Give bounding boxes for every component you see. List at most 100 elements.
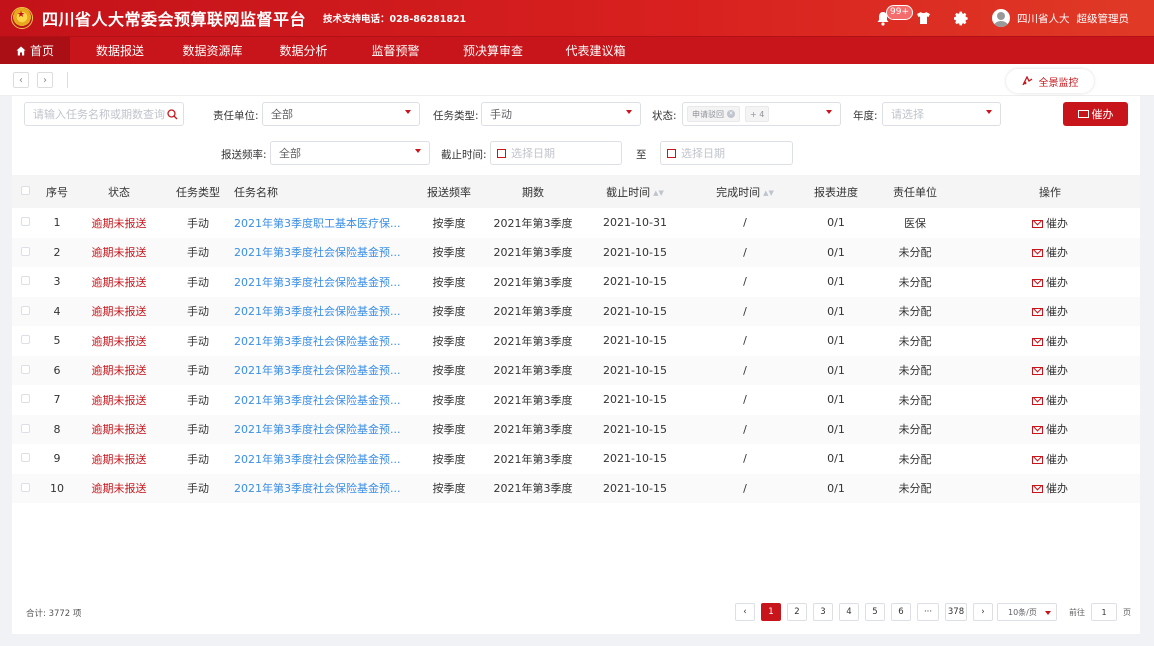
- row-task-name-link[interactable]: 2021年第3季度职工基本医疗保...: [234, 208, 414, 238]
- row-urge-button[interactable]: 催办: [960, 474, 1140, 504]
- nav-item-warning[interactable]: 监督预警: [352, 37, 439, 65]
- mail-icon: [1032, 367, 1043, 376]
- row-urge-button[interactable]: 催办: [960, 208, 1140, 238]
- calendar-icon: [667, 148, 676, 158]
- nav-item-data-analysis[interactable]: 数据分析: [255, 37, 352, 65]
- row-task-name-link[interactable]: 2021年第3季度社会保险基金预...: [234, 415, 414, 445]
- user-name[interactable]: 四川省人大: [1017, 11, 1070, 26]
- table-row[interactable]: 7 逾期未报送 手动 2021年第3季度社会保险基金预... 按季度 2021年第3季度 2…: [12, 385, 1140, 415]
- row-checkbox[interactable]: [12, 326, 38, 356]
- row-urge-button[interactable]: 催办: [960, 356, 1140, 386]
- table-row[interactable]: 8 逾期未报送 手动 2021年第3季度社会保险基金预... 按季度 2021年第3季度 2…: [12, 414, 1140, 445]
- row-urge-button[interactable]: 催办: [960, 385, 1140, 415]
- pagination: ‹ 1 2 3 4 5 6 ··· 378 ›: [735, 603, 999, 621]
- table-row[interactable]: 9 逾期未报送 手动 2021年第3季度社会保险基金预... 按季度 2021年第3季度 2…: [12, 444, 1140, 474]
- goto-page-input[interactable]: 1: [1091, 603, 1117, 621]
- table-row[interactable]: 10 逾期未报送 手动 2021年第3季度社会保险基金预... 按季度 2021年第3季度…: [12, 473, 1140, 504]
- row-urge-button[interactable]: 催办: [960, 415, 1140, 445]
- row-task-name-link[interactable]: 2021年第3季度社会保险基金预...: [234, 356, 414, 386]
- status-tag[interactable]: 申请驳回 ×: [687, 106, 740, 122]
- row-task-name-link[interactable]: 2021年第3季度社会保险基金预...: [234, 474, 414, 504]
- row-checkbox[interactable]: [12, 356, 38, 386]
- page-button[interactable]: 378: [945, 603, 967, 621]
- col-finish[interactable]: 完成时间 ▲▼: [688, 175, 802, 208]
- row-task-name-link[interactable]: 2021年第3季度社会保险基金预...: [234, 297, 414, 327]
- tab-scroll-right-button[interactable]: ›: [37, 72, 53, 88]
- row-urge-button[interactable]: 催办: [960, 326, 1140, 356]
- row-seq: 10: [50, 481, 64, 495]
- page-button[interactable]: 5: [865, 603, 885, 621]
- nav-item-data-resource[interactable]: 数据资源库: [170, 37, 255, 65]
- row-checkbox[interactable]: [12, 385, 38, 415]
- table-row[interactable]: 1 逾期未报送 手动 2021年第3季度职工基本医疗保... 按季度 2021年第3季度 2…: [12, 208, 1140, 238]
- page-button[interactable]: 2: [787, 603, 807, 621]
- nav-item-data-report[interactable]: 数据报送: [70, 37, 170, 65]
- type-select[interactable]: 手动: [481, 102, 641, 126]
- table-row[interactable]: 3 逾期未报送 手动 2021年第3季度社会保险基金预... 按季度 2021年第3季度 2…: [12, 267, 1140, 297]
- table-row[interactable]: 6 逾期未报送 手动 2021年第3季度社会保险基金预... 按季度 2021年第3季度 2…: [12, 355, 1140, 386]
- row-urge-button[interactable]: 催办: [960, 297, 1140, 327]
- nav-item-suggestions[interactable]: 代表建议箱: [547, 37, 644, 65]
- deadline-start-input[interactable]: 选择日期: [490, 141, 622, 165]
- row-checkbox[interactable]: [12, 297, 38, 327]
- row-task-name-link[interactable]: 2021年第3季度社会保险基金预...: [234, 326, 414, 356]
- row-finish: /: [743, 363, 747, 377]
- row-freq: 按季度: [432, 452, 466, 466]
- row-checkbox[interactable]: [12, 238, 38, 268]
- avatar[interactable]: [992, 9, 1010, 27]
- start-date-placeholder: 选择日期: [511, 147, 555, 160]
- row-task-name-link[interactable]: 2021年第3季度社会保险基金预...: [234, 385, 414, 415]
- status-select[interactable]: 申请驳回 × + 4: [682, 102, 841, 126]
- page-button[interactable]: 3: [813, 603, 833, 621]
- deadline-label: 截止时间:: [441, 149, 487, 161]
- row-type: 手动: [187, 393, 209, 407]
- row-progress: 0/1: [827, 422, 845, 436]
- page-button[interactable]: 1: [761, 603, 781, 621]
- urge-all-button[interactable]: 催办: [1063, 102, 1128, 126]
- unit-select[interactable]: 全部: [262, 102, 420, 126]
- nav-item-home[interactable]: 首页: [0, 36, 70, 65]
- row-type: 手动: [187, 364, 209, 378]
- search-input[interactable]: 请输入任务名称或期数查询: [24, 102, 184, 126]
- year-select[interactable]: 请选择: [882, 102, 1001, 126]
- col-deadline[interactable]: 截止时间 ▲▼: [582, 175, 688, 208]
- page-button[interactable]: 6: [891, 603, 911, 621]
- prev-page-button[interactable]: ‹: [735, 603, 755, 621]
- select-all-checkbox[interactable]: [12, 175, 38, 208]
- row-urge-button[interactable]: 催办: [960, 444, 1140, 474]
- table-row[interactable]: 2 逾期未报送 手动 2021年第3季度社会保险基金预... 按季度 2021年第3季度 2…: [12, 237, 1140, 268]
- tab-scroll-left-button[interactable]: ‹: [13, 72, 29, 88]
- row-checkbox[interactable]: [12, 208, 38, 238]
- row-urge-button[interactable]: 催办: [960, 267, 1140, 297]
- skin-button[interactable]: [908, 0, 938, 36]
- row-checkbox[interactable]: [12, 444, 38, 474]
- deadline-end-input[interactable]: 选择日期: [660, 141, 793, 165]
- nav-item-budget-review[interactable]: 预决算审查: [439, 37, 547, 65]
- row-checkbox[interactable]: [12, 267, 38, 297]
- sort-icon[interactable]: ▲▼: [653, 189, 664, 197]
- row-checkbox[interactable]: [12, 474, 38, 504]
- row-task-name-link[interactable]: 2021年第3季度社会保险基金预...: [234, 267, 414, 297]
- next-page-button[interactable]: ›: [973, 603, 993, 621]
- col-unit: 责任单位: [893, 185, 937, 199]
- caret-down-icon: [626, 110, 632, 114]
- main-nav: 首页 数据报送 数据资源库 数据分析 监督预警 预决算审查 代表建议箱: [0, 36, 1154, 65]
- mail-icon: [1032, 455, 1043, 464]
- table-row[interactable]: 5 逾期未报送 手动 2021年第3季度社会保险基金预... 按季度 2021年第3季度 2…: [12, 326, 1140, 356]
- table-row[interactable]: 4 逾期未报送 手动 2021年第3季度社会保险基金预... 按季度 2021年第3季度 2…: [12, 296, 1140, 327]
- row-checkbox[interactable]: [12, 415, 38, 445]
- row-type: 手动: [187, 305, 209, 319]
- mail-icon: [1032, 278, 1043, 287]
- close-icon[interactable]: ×: [727, 110, 735, 118]
- row-urge-button[interactable]: 催办: [960, 238, 1140, 268]
- page-button[interactable]: ···: [917, 603, 939, 621]
- panorama-monitor-button[interactable]: 全景监控: [1006, 69, 1094, 93]
- settings-button[interactable]: [946, 0, 976, 36]
- page-size-select[interactable]: 10条/页: [997, 603, 1057, 621]
- freq-select[interactable]: 全部: [270, 141, 430, 165]
- page-button[interactable]: 4: [839, 603, 859, 621]
- notification-button[interactable]: 99+: [868, 0, 913, 36]
- row-task-name-link[interactable]: 2021年第3季度社会保险基金预...: [234, 444, 414, 474]
- row-task-name-link[interactable]: 2021年第3季度社会保险基金预...: [234, 238, 414, 268]
- sort-icon[interactable]: ▲▼: [763, 189, 774, 197]
